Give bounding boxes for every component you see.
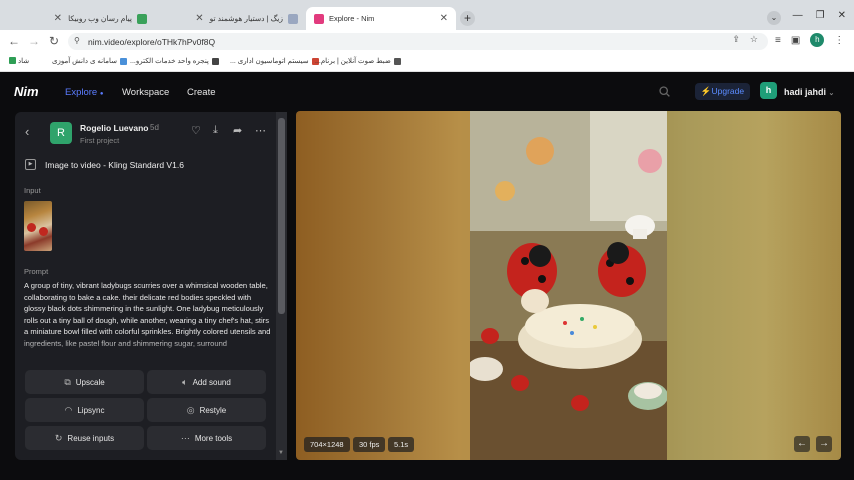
video-model-icon: ▶ — [25, 159, 36, 170]
chevron-down-icon: ⌄ — [828, 90, 835, 97]
prompt-label: Prompt — [24, 267, 49, 276]
input-label: Input — [24, 186, 41, 195]
minimize-icon[interactable]: — — [793, 10, 803, 21]
apps-grid-icon[interactable] — [6, 57, 16, 64]
nav-explore[interactable]: Explore ● — [65, 87, 103, 98]
lipsync-button[interactable]: ◠ Lipsync — [25, 398, 144, 422]
reading-list-icon[interactable]: ≡ — [775, 35, 781, 46]
panel-scrollbar[interactable]: ▼ — [276, 112, 287, 460]
nim-favicon-icon — [314, 13, 324, 24]
generation-details-panel: ‹ R Rogelio Luevano 5d First project ♡ ⤓… — [15, 112, 287, 460]
close-tab-icon[interactable]: ✕ — [195, 13, 203, 24]
model-info: ▶ Image to video - Kling Standard V1.6 — [25, 159, 184, 170]
close-tab-icon[interactable]: ✕ — [440, 13, 448, 24]
ladybugs-baking-image — [470, 111, 667, 460]
site-info-icon[interactable]: ⚲ — [74, 36, 80, 45]
username[interactable]: hadi jahdi ⌄ — [784, 87, 834, 97]
bookmark-student-system[interactable]: سامانه ی دانش آموزی — [52, 57, 127, 65]
app-header: Nim Explore ● Workspace Create ⚡Upgrade … — [0, 72, 854, 112]
window-controls: — ❐ ✕ — [793, 0, 854, 30]
bookmark-office-automation[interactable]: سیستم اتوماسیون اداری ... — [230, 57, 319, 65]
nav-workspace[interactable]: Workspace — [122, 87, 169, 98]
active-dot-icon: ● — [99, 91, 104, 97]
next-arrow-icon[interactable]: → — [816, 436, 832, 452]
scrollbar-thumb[interactable] — [278, 118, 285, 314]
model-name: Image to video - Kling Standard V1.6 — [45, 159, 184, 170]
browser-tab-rubika[interactable]: پیام رسان وب روبیکا ✕ — [0, 7, 155, 30]
lips-icon: ◠ — [64, 404, 73, 415]
bookmark-star-icon[interactable]: ☆ — [750, 34, 758, 45]
more-options-icon[interactable]: ⋯ — [255, 124, 266, 137]
browser-toolbar: ← → ↻ ⚲ nim.video/explore/oTHk7hPv0f8Q ⇪… — [0, 30, 854, 53]
speaker-icon: 🔈︎ — [182, 376, 188, 387]
nav-create[interactable]: Create — [187, 87, 216, 98]
tab-title: Explore - Nim — [329, 14, 375, 23]
zig-favicon-icon — [288, 13, 298, 24]
window-close-icon[interactable]: ✕ — [838, 10, 846, 21]
bookmark-shad[interactable]: شاد — [18, 57, 29, 65]
nim-logo[interactable]: Nim — [14, 84, 39, 99]
duration-badge: 5.1s — [388, 437, 415, 452]
new-tab-button[interactable]: + — [460, 11, 475, 26]
share-icon[interactable]: ➦ — [233, 124, 242, 137]
bookmark-electronic-services[interactable]: پنجره واحد خدمات الکترو... — [130, 57, 219, 65]
more-tools-button[interactable]: ⋯ More tools — [147, 426, 266, 450]
palette-icon: ◎ — [186, 404, 195, 415]
url-text: nim.video/explore/oTHk7hPv0f8Q — [88, 36, 216, 47]
browser-menu-icon[interactable]: ⋮ — [834, 35, 844, 46]
more-dots-icon: ⋯ — [180, 432, 190, 443]
browser-tab-strip: پیام رسان وب روبیکا ✕ زیگ | دستیار هوشمن… — [0, 0, 854, 30]
time-ago: 5d — [150, 123, 159, 132]
tab-title: زیگ | دستیار هوشمند تو — [209, 14, 283, 23]
back-arrow-icon[interactable]: ‹ — [25, 124, 29, 139]
back-icon[interactable]: ← — [6, 33, 22, 49]
rubika-favicon-icon — [137, 13, 147, 24]
restore-icon[interactable]: ❐ — [816, 10, 825, 21]
bookmarks-bar: شاد سامانه ی دانش آموزی پنجره واحد خدمات… — [0, 53, 854, 72]
project-name: First project — [80, 136, 120, 145]
download-icon[interactable]: ⤓ — [213, 124, 218, 137]
author-avatar[interactable]: R — [50, 122, 72, 144]
browser-profile-avatar[interactable]: h — [810, 33, 825, 47]
fps-badge: 30 fps — [353, 437, 386, 452]
tab-search-icon[interactable]: ⌄ — [767, 11, 781, 25]
address-bar[interactable]: ⚲ nim.video/explore/oTHk7hPv0f8Q ⇪ ☆ — [68, 33, 768, 50]
browser-tab-zig[interactable]: زیگ | دستیار هوشمند تو ✕ — [158, 7, 306, 30]
lightning-icon: ⚡ — [700, 86, 712, 96]
side-panel-icon[interactable]: ▣ — [791, 35, 800, 46]
bookmark-online-recorder[interactable]: ضبط صوت آنلاین | برنام... — [315, 57, 401, 65]
reuse-inputs-button[interactable]: ↻ Reuse inputs — [25, 426, 144, 450]
reload-icon[interactable]: ↻ — [46, 33, 62, 49]
upscale-button[interactable]: ⧉ Upscale — [25, 370, 144, 394]
forward-icon[interactable]: → — [26, 33, 42, 49]
refresh-icon: ↻ — [54, 432, 63, 443]
resolution-badge: 704×1248 — [304, 437, 350, 452]
prompt-fade-overlay — [15, 337, 280, 362]
close-tab-icon[interactable]: ✕ — [54, 13, 62, 24]
user-avatar[interactable]: h — [760, 82, 777, 99]
browser-tab-nim[interactable]: Explore - Nim ✕ — [306, 7, 456, 30]
scroll-down-icon[interactable]: ▼ — [278, 450, 284, 456]
video-frame[interactable] — [470, 111, 667, 460]
video-preview[interactable]: 704×1248 30 fps 5.1s ← → — [296, 111, 841, 460]
upscale-icon: ⧉ — [64, 376, 71, 387]
upgrade-button[interactable]: ⚡Upgrade — [695, 83, 750, 100]
restyle-button[interactable]: ◎ Restyle — [147, 398, 266, 422]
search-icon[interactable] — [658, 85, 671, 98]
share-icon[interactable]: ⇪ — [732, 34, 740, 45]
previous-arrow-icon[interactable]: ← — [794, 436, 810, 452]
heart-icon[interactable]: ♡ — [191, 124, 201, 137]
author-name[interactable]: Rogelio Luevano — [80, 123, 148, 133]
add-sound-button[interactable]: 🔈︎ Add sound — [147, 370, 266, 394]
input-image-thumbnail[interactable] — [24, 201, 52, 251]
tab-title: پیام رسان وب روبیکا — [68, 14, 132, 23]
